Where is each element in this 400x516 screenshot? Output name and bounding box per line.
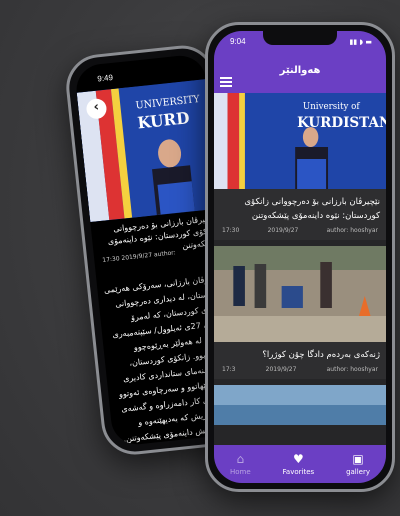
news-card-headline: ژنەکەی بەردەم دادگا چۆن کوژرا؟ [262,350,380,360]
bottom-navigation: ⌂ Home ♥ Favorites ▣ gallery [214,445,386,483]
news-card-image [214,246,386,342]
news-card-time: 17:30 [222,227,240,234]
news-card-meta: 17:30 2019/9/27 author: hooshyar [214,225,386,240]
news-card-date: 2019/9/27 [267,227,299,234]
news-card-headline: نێچیرڤان بارزانی بۆ دەرچووانی زانکۆی کور… [244,197,380,221]
status-time: 9:04 [230,37,246,46]
notch [263,31,337,45]
front-phone: 9:04 ▮▮ ◗ ▬ هەوالنێر University of KURDI… [205,22,395,492]
article-author: author: [153,249,176,259]
status-time: 9:49 [96,72,114,84]
nav-gallery-label: gallery [346,468,371,476]
app-title: هەوالنێر [279,65,321,76]
nav-favorites[interactable]: ♥ Favorites [283,452,315,476]
app-bar: هەوالنێر [214,53,386,93]
menu-icon[interactable] [220,77,232,87]
nav-gallery[interactable]: ▣ gallery [346,452,370,476]
news-card-author: author: hooshyar [326,227,378,234]
home-icon: ⌂ [236,452,245,466]
mockup-stage: 9:49 UNIVERSITY KURD ‹ نێچیرڤان بارزانی … [0,0,400,516]
news-card-image [214,385,386,425]
news-card-image: University of KURDISTAN [214,93,386,189]
news-card-time: 17:3 [222,366,236,373]
svg-text:University of: University of [303,102,360,112]
news-feed[interactable]: University of KURDISTAN نێچیرڤان بارزانی… [214,93,386,445]
nav-favorites-label: Favorites [282,468,315,476]
nav-home-label: Home [229,468,251,476]
news-card-date: 2019/9/27 [265,366,297,373]
news-card-author: author: hooshyar [326,366,378,373]
news-card[interactable]: ژنەکەی بەردەم دادگا چۆن کوژرا؟ 17:3 2019… [214,246,386,379]
front-phone-screen: 9:04 ▮▮ ◗ ▬ هەوالنێر University of KURDI… [214,31,386,483]
news-card[interactable]: University of KURDISTAN نێچیرڤان بارزانی… [214,93,386,240]
nav-home[interactable]: ⌂ Home [230,452,251,476]
heart-icon: ♥ [292,452,304,466]
signal-icon: ▮▮ ◗ ▬ [349,38,372,46]
news-card-meta: 17:3 2019/9/27 author: hooshyar [214,364,386,379]
news-card[interactable] [214,385,386,425]
image-icon: ▣ [352,452,364,466]
article-time: 17:30 [102,255,120,264]
